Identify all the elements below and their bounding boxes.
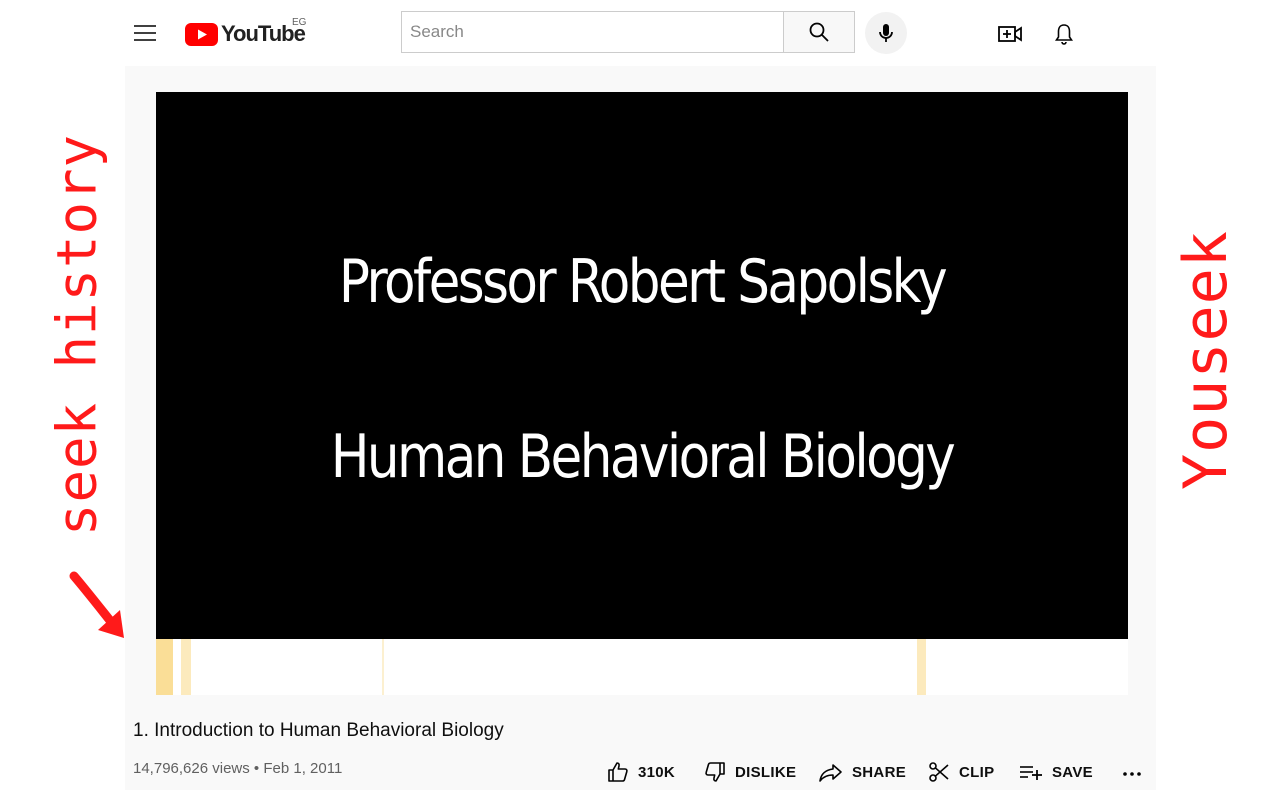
like-count: 310K [638,763,676,781]
dislike-label: DISLIKE [735,763,797,781]
menu-icon[interactable] [134,22,158,44]
create-button[interactable] [996,20,1024,48]
seek-heat-mark [156,639,173,695]
notifications-button[interactable] [1050,20,1078,48]
search-input[interactable] [402,12,783,52]
share-button[interactable]: SHARE [818,758,906,786]
view-count: 14,796,626 views [133,760,250,777]
annotation-youseek-text: Youseek [1171,230,1241,490]
add-to-playlist-icon [1020,766,1042,780]
seek-heat-mark [917,639,926,695]
video-meta: 14,796,626 views • Feb 1, 2011 [133,760,342,777]
youtube-logo-icon [185,22,218,46]
create-video-icon [998,26,1022,42]
publish-date: Feb 1, 2011 [263,760,343,777]
annotation-seek-history-text: seek history [45,133,109,537]
search-icon [809,22,829,42]
thumbs-down-icon [705,762,725,782]
share-label: SHARE [852,763,907,781]
more-actions-icon[interactable] [1120,762,1144,782]
red-arrow-icon [69,571,124,638]
clip-label: CLIP [959,763,995,781]
share-icon [819,764,842,782]
like-button[interactable]: 310K [606,758,675,786]
thumbs-up-icon [608,762,628,782]
search-box [401,11,783,53]
video-frame-line-1: Professor Robert Sapolsky [338,247,948,317]
mic-icon [879,24,893,42]
video-frame-line-2: Human Behavioral Biology [330,422,956,492]
seek-heat-mark [382,639,384,695]
youtube-logo[interactable]: YouTube [185,20,306,48]
dislike-button[interactable]: DISLIKE [703,758,796,786]
save-button[interactable]: SAVE [1018,758,1093,786]
seek-heat-mark [181,639,191,695]
save-label: SAVE [1052,763,1093,781]
meta-separator: • [253,760,260,777]
scissors-icon [929,762,949,782]
search-button[interactable] [783,11,855,53]
bell-icon [1055,24,1073,45]
seek-history-heatmap[interactable] [156,639,1128,695]
masthead: YouTube EG [0,0,1280,66]
clip-button[interactable]: CLIP [927,758,994,786]
video-player[interactable]: Professor Robert Sapolsky Human Behavior… [156,92,1128,639]
region-badge: EG [292,17,307,28]
voice-search-button[interactable] [865,12,907,54]
video-title: 1. Introduction to Human Behavioral Biol… [133,720,504,741]
